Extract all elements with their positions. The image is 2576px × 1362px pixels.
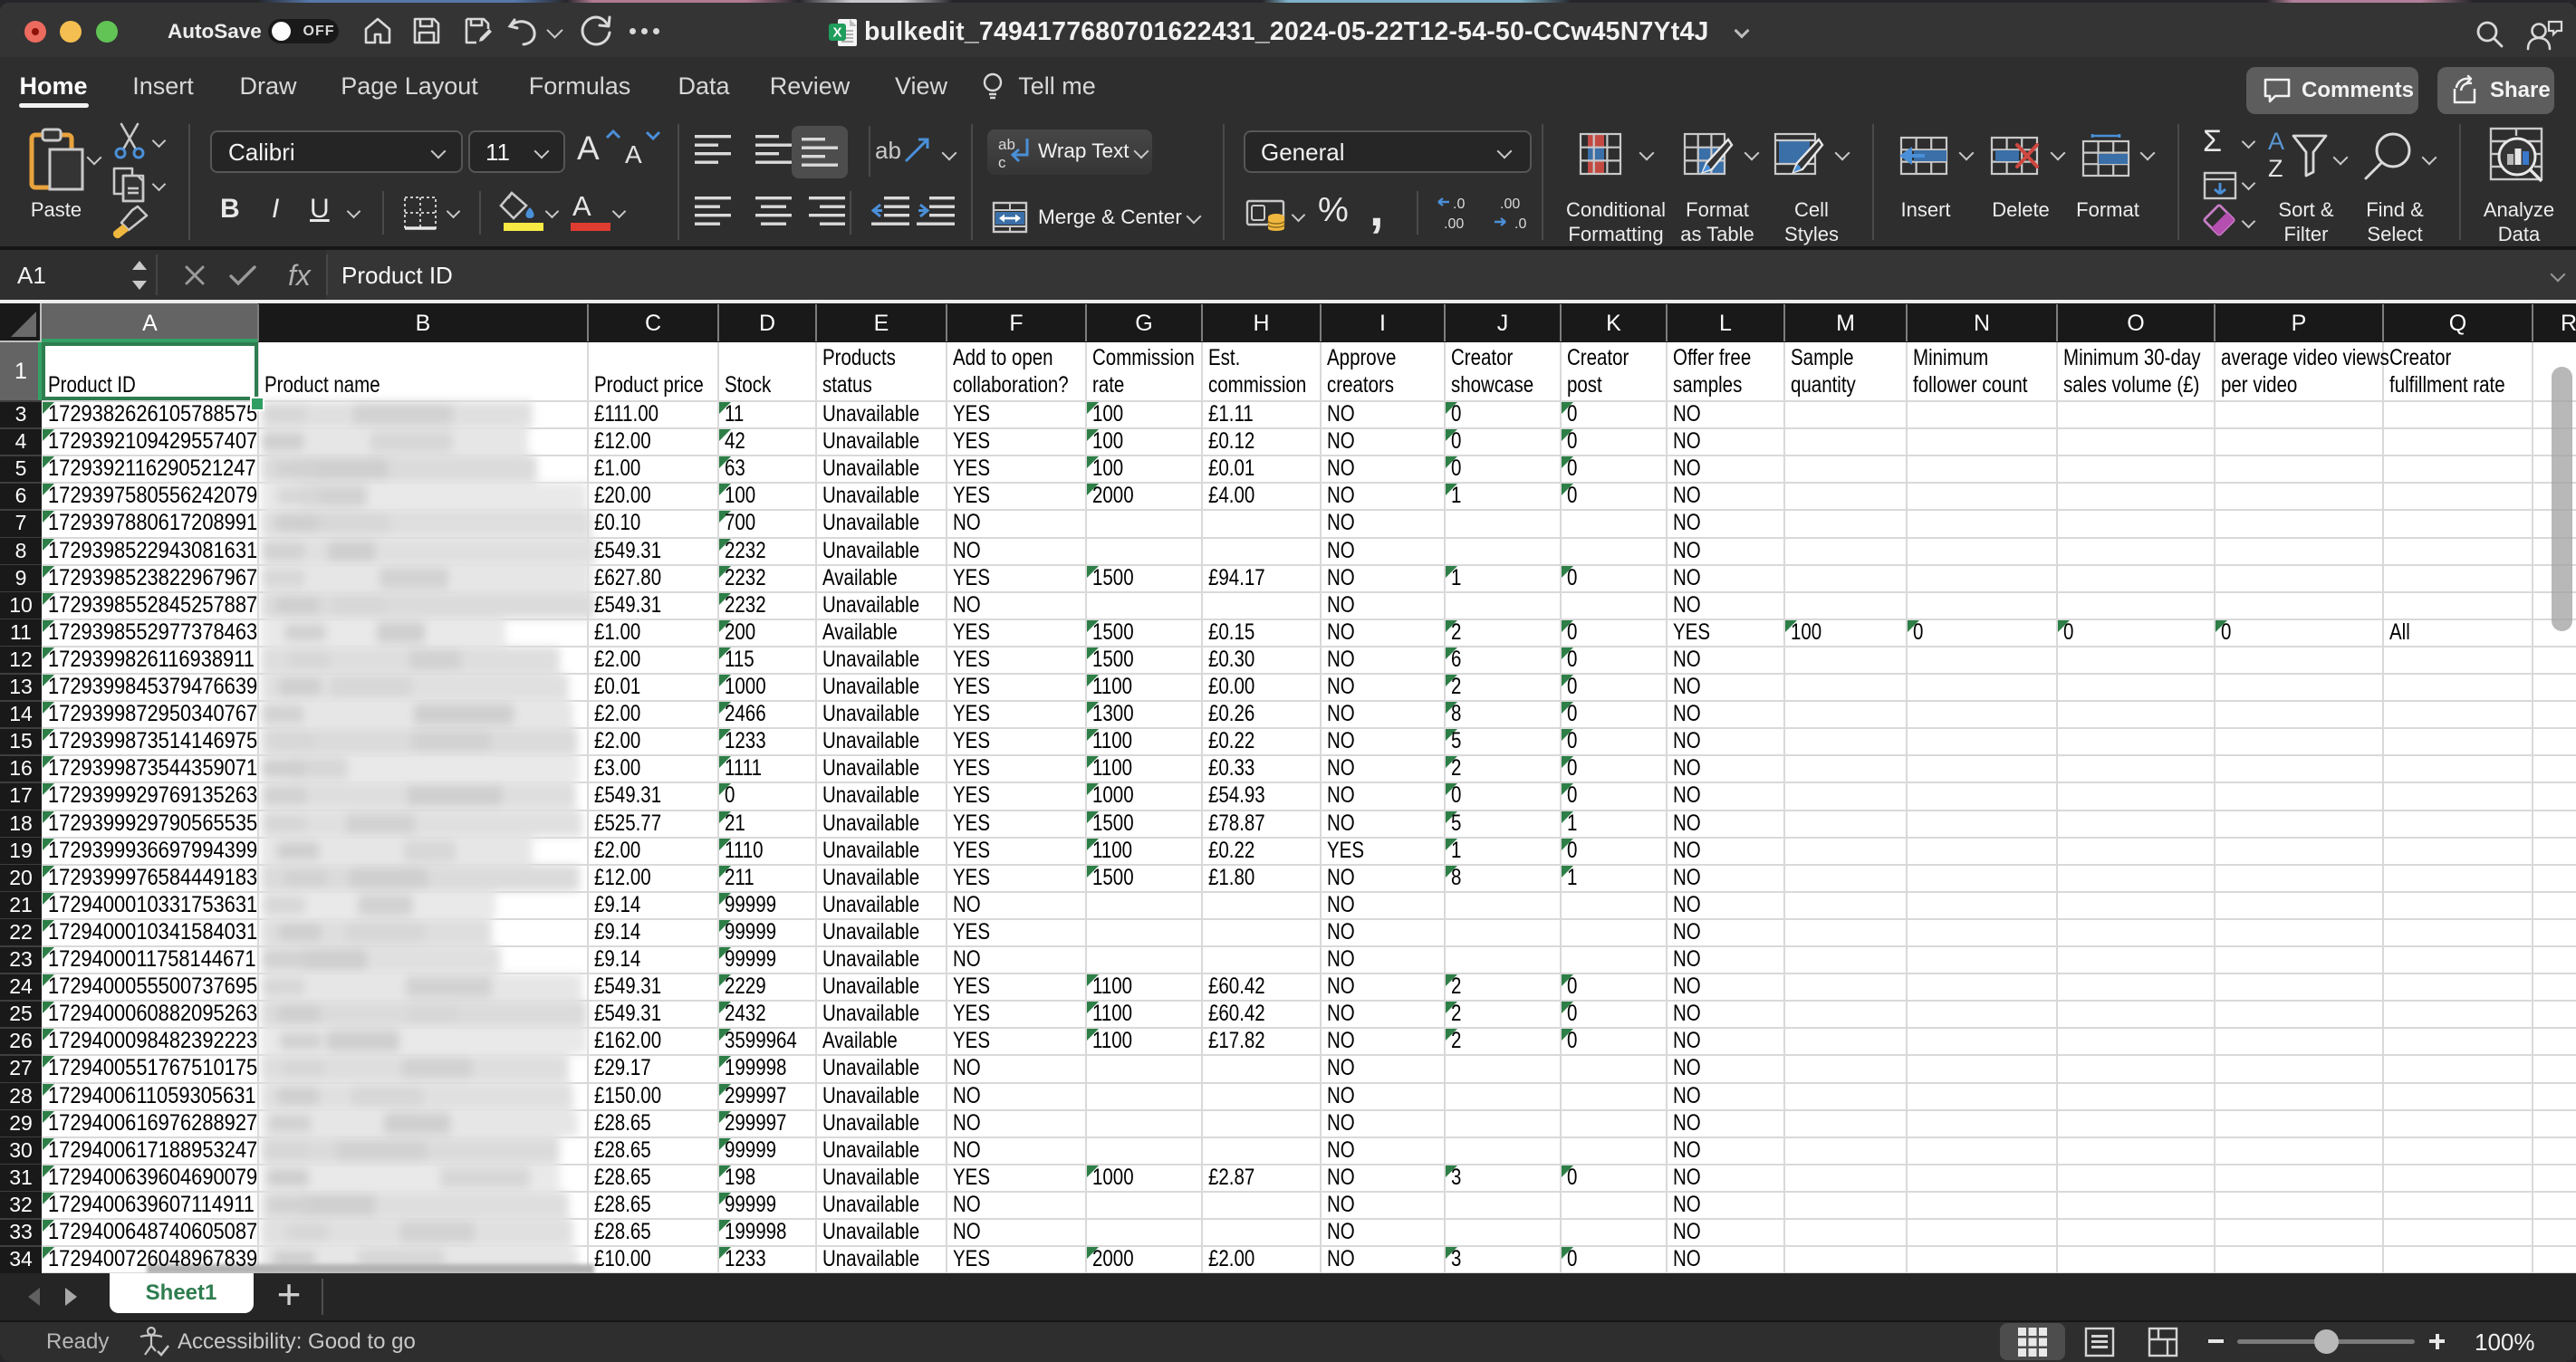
svg-text:.0: .0: [1514, 216, 1526, 232]
svg-text:.00: .00: [1444, 216, 1464, 232]
svg-text:c: c: [998, 154, 1006, 171]
svg-text:.0: .0: [1453, 197, 1465, 212]
svg-text:.00: .00: [1500, 197, 1520, 212]
svg-text:ab: ab: [998, 136, 1015, 153]
svg-text:X: X: [832, 25, 841, 41]
